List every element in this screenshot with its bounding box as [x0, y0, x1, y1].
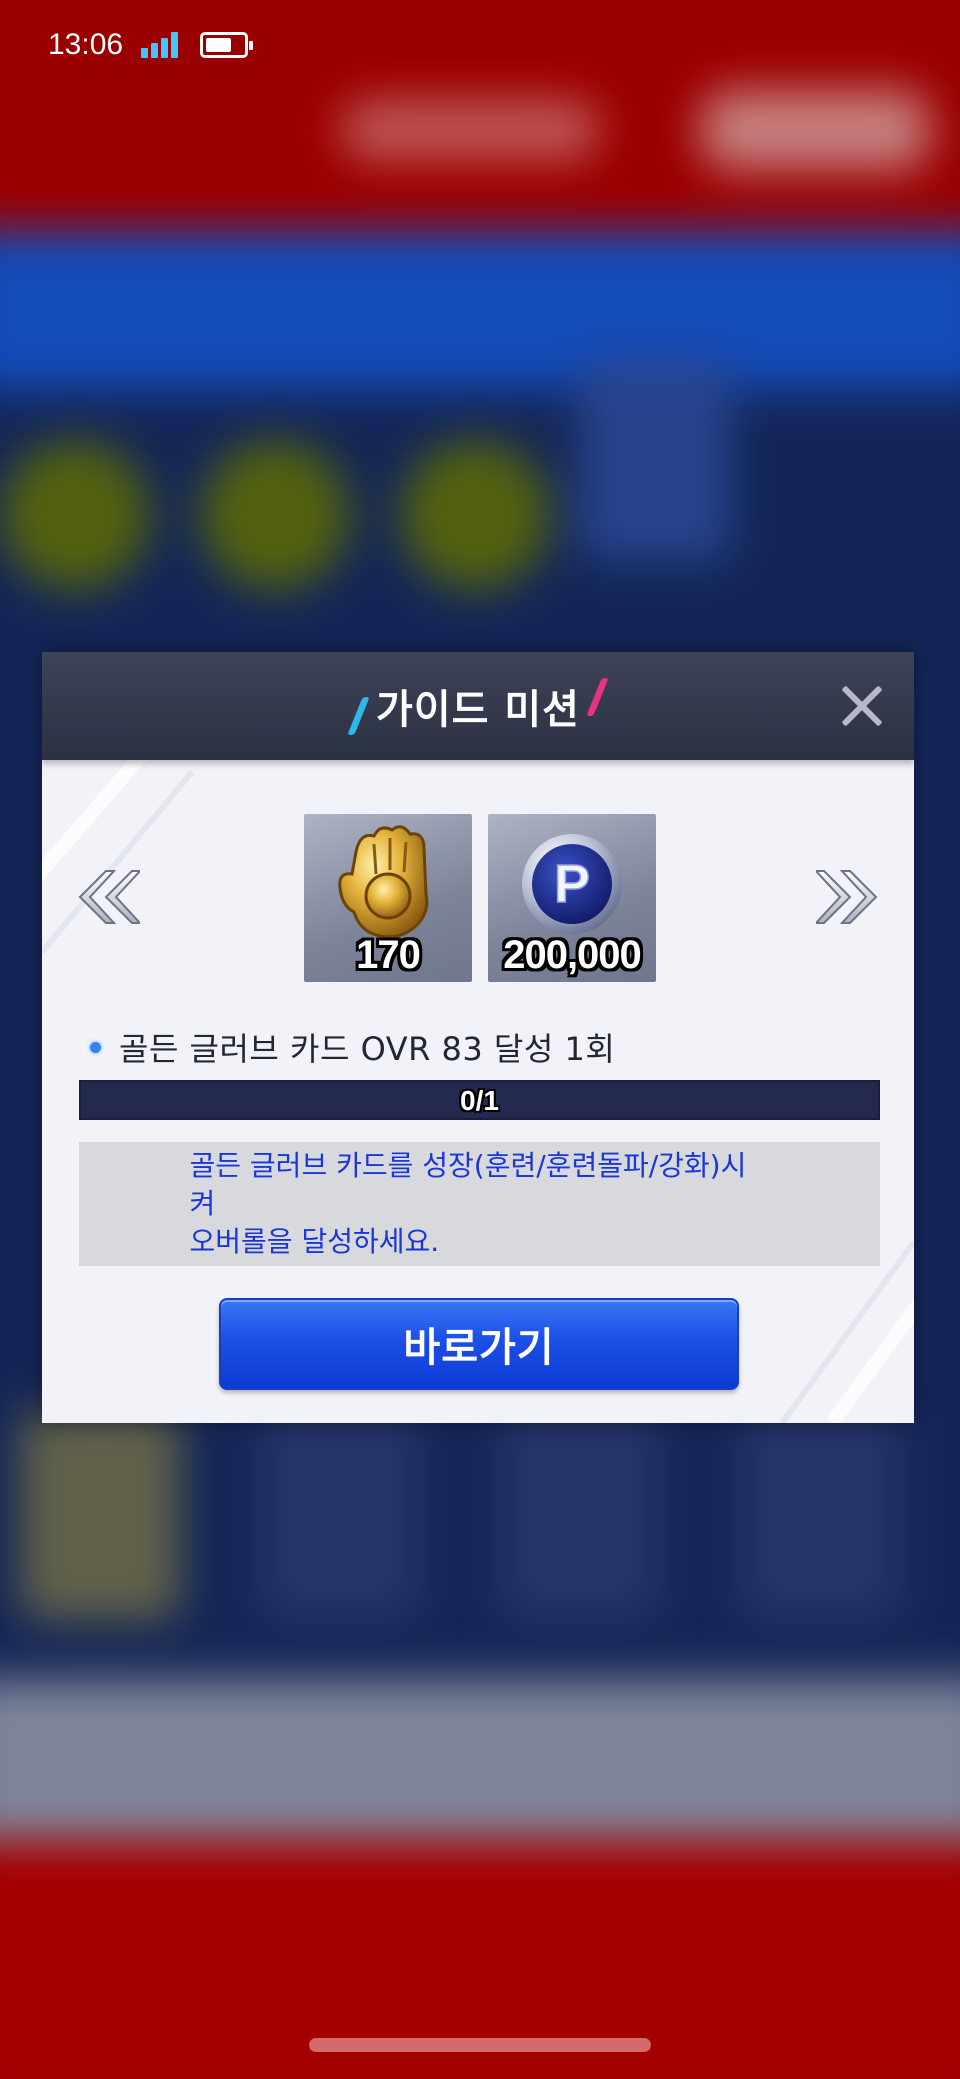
- guide-mission-dialog: 가이드 미션 170 P 200,000 골든 글러브 카드 OVR 83 달성…: [42, 652, 914, 1423]
- mission-description: 골든 글러브 카드를 성장(훈련/훈련돌파/강화)시켜 오버롤을 달성하세요.: [189, 1149, 747, 1258]
- reward-item-p-point[interactable]: P 200,000: [488, 814, 656, 982]
- dialog-title: 가이드 미션: [376, 687, 580, 733]
- reward-amount: 200,000: [503, 933, 642, 977]
- svg-text:P: P: [554, 854, 590, 914]
- battery-icon: [200, 32, 254, 58]
- progress-text: 0/1: [460, 1085, 499, 1116]
- mission-text: 골든 글러브 카드 OVR 83 달성 1회: [119, 1030, 616, 1068]
- pink-slash-decoration: [586, 678, 609, 716]
- double-chevron-left-icon[interactable]: [76, 867, 140, 927]
- double-chevron-right-icon[interactable]: [816, 867, 880, 927]
- go-button-label: 바로가기: [403, 1325, 555, 1371]
- status-time: 13:06: [48, 28, 124, 61]
- mission-progress-bar: 0/1: [79, 1080, 880, 1120]
- reward-item-golden-glove[interactable]: 170: [304, 814, 472, 982]
- battery-fill: [206, 38, 232, 52]
- cyan-slash-decoration: [347, 697, 370, 735]
- bullet-dot-icon: [90, 1041, 101, 1053]
- mission-row: 골든 글러브 카드 OVR 83 달성 1회: [90, 1024, 615, 1070]
- status-bar: 13:06: [0, 0, 960, 90]
- reward-amount: 170: [356, 933, 421, 977]
- mission-description-box: 골든 글러브 카드를 성장(훈련/훈련돌파/강화)시켜 오버롤을 달성하세요.: [79, 1142, 880, 1266]
- go-shortcut-button[interactable]: 바로가기: [219, 1298, 739, 1390]
- signal-bars-icon: [141, 32, 179, 58]
- dialog-header: 가이드 미션: [42, 652, 914, 760]
- home-indicator[interactable]: [309, 2038, 651, 2052]
- close-icon[interactable]: [838, 682, 886, 730]
